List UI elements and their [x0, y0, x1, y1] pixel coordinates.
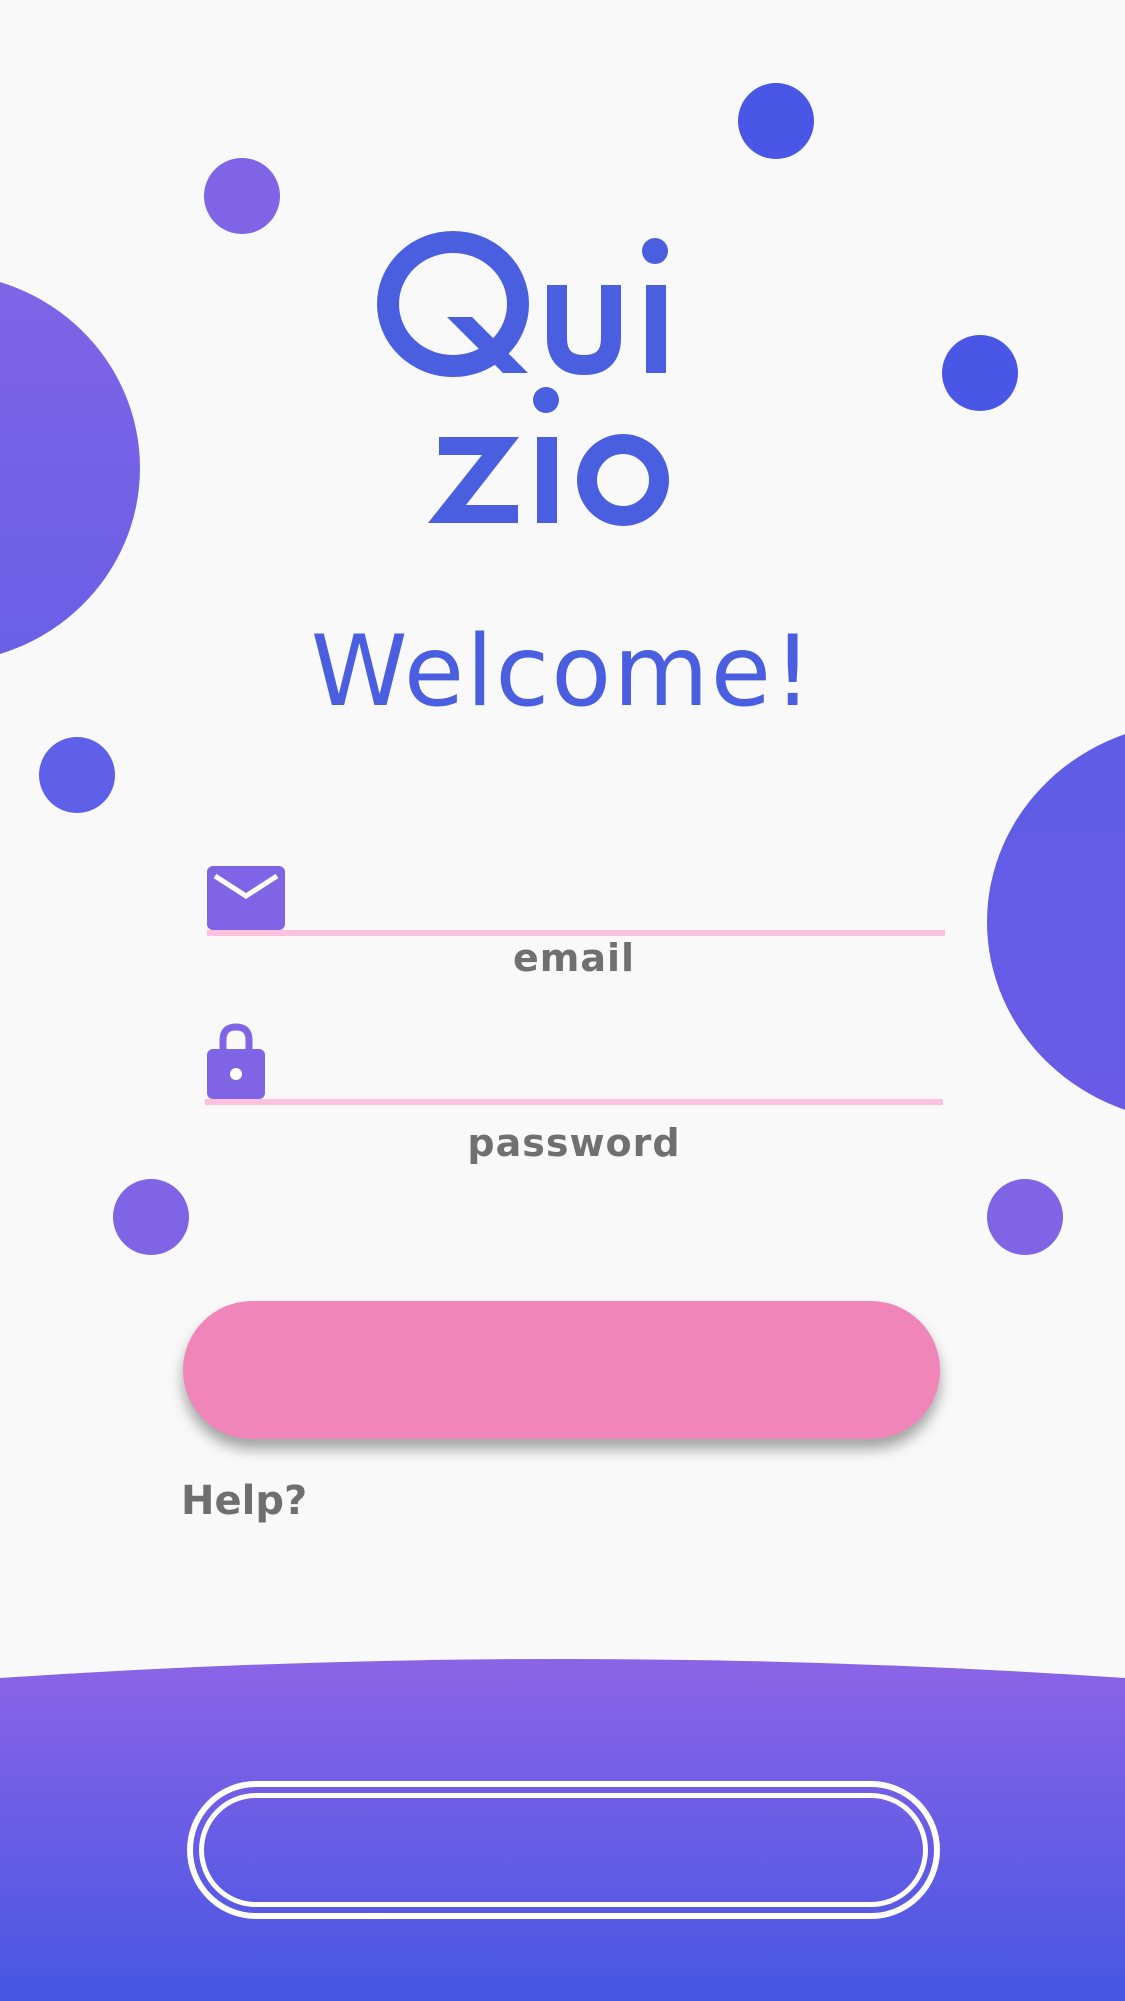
logo-letter-i [646, 285, 666, 373]
password-label: password [467, 1121, 681, 1165]
signup-button[interactable] [187, 1781, 940, 1919]
app-logo [0, 225, 1125, 535]
password-field-group: password [205, 1020, 943, 1170]
password-underline [205, 1099, 943, 1105]
logo-letter-i-2 [537, 437, 557, 523]
decorative-dot [204, 158, 280, 234]
login-screen: Welcome! email password Help? [0, 0, 1125, 2001]
logo-letter-o [577, 434, 669, 526]
decorative-dot [738, 83, 814, 159]
logo-letter-u [547, 285, 621, 376]
email-field-group: email [205, 864, 945, 984]
lock-icon [207, 1022, 265, 1104]
welcome-heading: Welcome! [310, 615, 815, 729]
decorative-half-circle-right [987, 722, 1125, 1122]
decorative-dot [987, 1179, 1063, 1255]
email-input[interactable] [295, 872, 939, 924]
logo-dot [642, 238, 668, 264]
password-input[interactable] [295, 1045, 939, 1097]
email-label: email [512, 936, 636, 980]
help-link[interactable]: Help? [181, 1478, 307, 1524]
logo-dot-2 [533, 387, 559, 413]
signup-button-inner-border [199, 1793, 928, 1907]
envelope-icon [207, 866, 285, 934]
decorative-dot [113, 1179, 189, 1255]
logo-letter-z [428, 437, 519, 523]
login-button[interactable] [183, 1301, 940, 1439]
decorative-dot [39, 737, 115, 813]
